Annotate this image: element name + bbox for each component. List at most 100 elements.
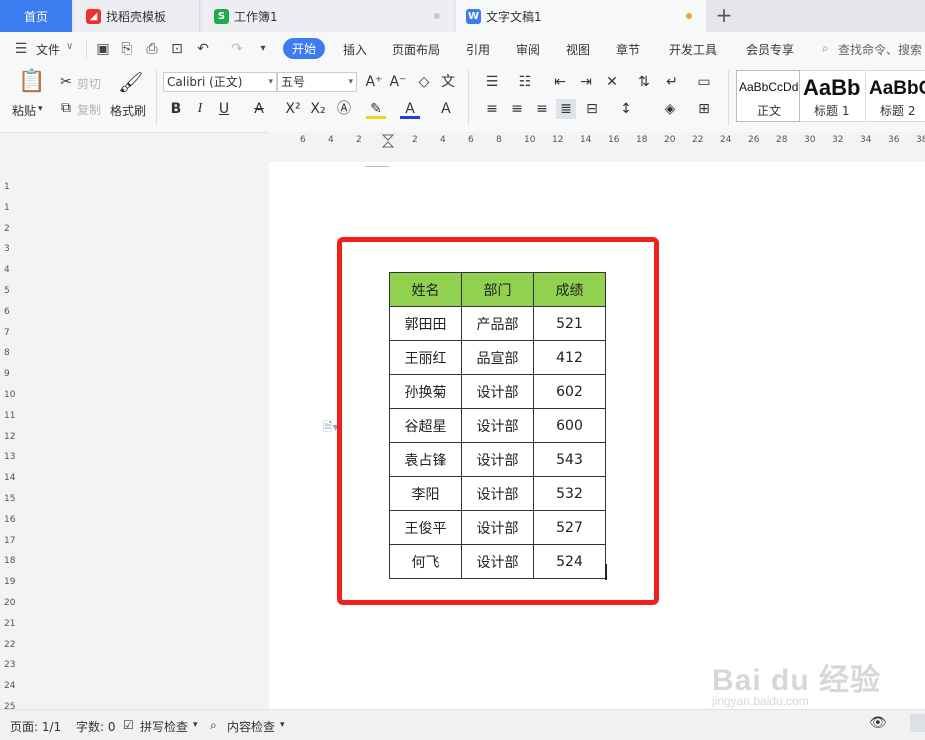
header-name[interactable]: 姓名 xyxy=(389,272,462,307)
print-icon[interactable]: ⎙ xyxy=(143,40,161,58)
char-border-icon[interactable]: Ａ xyxy=(436,99,456,119)
tab-home[interactable]: 首页 xyxy=(0,0,72,32)
new-tab-button[interactable]: + xyxy=(712,4,736,28)
copy-button[interactable]: 复制 xyxy=(77,101,101,118)
spell-check-button[interactable]: 拼写检查 xyxy=(140,718,188,735)
score-table[interactable]: 姓名 部门 成绩 郭田田 产品部 521 王丽红 品宣部 412 孙换菊 设计部 602 谷超星设… xyxy=(389,272,606,579)
print-preview-icon[interactable]: ⊡ xyxy=(168,40,186,58)
format-painter-icon[interactable]: 🖌 xyxy=(118,72,143,92)
grow-font-icon[interactable]: A⁺ xyxy=(364,72,384,92)
italic-icon[interactable]: I xyxy=(190,99,210,119)
indent-marker-icon[interactable] xyxy=(381,134,395,149)
menu-insert[interactable]: 插入 xyxy=(343,41,367,58)
font-size-select[interactable]: 五号 ▾ xyxy=(277,72,357,92)
font-name-select[interactable]: Calibri (正文) ▾ xyxy=(163,72,277,92)
cell-score[interactable]: 412 xyxy=(533,340,606,375)
export-pdf-icon[interactable]: ⎘ xyxy=(118,40,136,58)
cell-score[interactable]: 543 xyxy=(533,442,606,477)
tab-template[interactable]: ◢ 找稻壳模板 xyxy=(74,0,200,32)
superscript-icon[interactable]: X² xyxy=(283,99,303,119)
chevron-down-icon[interactable]: ▾ xyxy=(280,720,285,730)
menu-review[interactable]: 审阅 xyxy=(516,41,540,58)
spell-check-icon[interactable]: ☑ xyxy=(123,718,134,732)
highlight-icon[interactable]: ✎ xyxy=(366,99,386,119)
clear-format-icon[interactable]: ◇ xyxy=(414,72,434,92)
cell-name[interactable]: 郭田田 xyxy=(389,306,462,341)
cell-score[interactable]: 521 xyxy=(533,306,606,341)
menu-view[interactable]: 视图 xyxy=(566,41,590,58)
eye-protection-icon[interactable]: 👁 xyxy=(869,715,887,731)
copy-icon[interactable]: ⧉ xyxy=(56,98,76,118)
distribute-icon[interactable]: ⊟ xyxy=(582,99,602,119)
bullet-list-icon[interactable]: ☰ xyxy=(482,72,502,92)
scissors-icon[interactable]: ✂ xyxy=(56,72,76,92)
style-heading-2[interactable]: AaBbC 标题 2 xyxy=(866,70,925,122)
justify-icon[interactable]: ≣ xyxy=(556,99,576,119)
cut-button[interactable]: 剪切 xyxy=(77,75,101,92)
cell-dept[interactable]: 设计部 xyxy=(461,510,534,545)
sort-icon[interactable]: ⇅ xyxy=(634,72,654,92)
increase-indent-icon[interactable]: ⇥ xyxy=(576,72,596,92)
cell-score[interactable]: 524 xyxy=(533,544,606,579)
shading-icon[interactable]: ◈ xyxy=(660,99,680,119)
cell-name[interactable]: 孙换菊 xyxy=(389,374,462,409)
cell-dept[interactable]: 设计部 xyxy=(461,544,534,579)
cell-name[interactable]: 袁占锋 xyxy=(389,442,462,477)
paste-icon[interactable]: 📋 xyxy=(18,71,45,98)
numbered-list-icon[interactable]: ☷ xyxy=(515,72,535,92)
chinese-layout-icon[interactable]: ✕ xyxy=(602,72,622,92)
menu-start[interactable]: 开始 xyxy=(283,38,326,59)
page-view-icon[interactable] xyxy=(910,714,925,732)
paste-button[interactable]: 粘贴 xyxy=(12,102,36,119)
menu-reference[interactable]: 引用 xyxy=(466,41,490,58)
page-count[interactable]: 页面: 1/1 xyxy=(10,718,61,735)
file-menu[interactable]: 文件 xyxy=(36,41,60,58)
cell-score[interactable]: 527 xyxy=(533,510,606,545)
cell-name[interactable]: 王俊平 xyxy=(389,510,462,545)
menu-page-layout[interactable]: 页面布局 xyxy=(392,41,440,58)
cell-dept[interactable]: 产品部 xyxy=(461,306,534,341)
cell-name[interactable]: 谷超星 xyxy=(389,408,462,443)
cell-name[interactable]: 何飞 xyxy=(389,544,462,579)
underline-icon[interactable]: U xyxy=(214,99,234,119)
cell-dept[interactable]: 设计部 xyxy=(461,408,534,443)
tab-close-icon[interactable] xyxy=(434,13,440,19)
format-painter-button[interactable]: 格式刷 xyxy=(110,102,146,119)
cell-dept[interactable]: 设计部 xyxy=(461,442,534,477)
show-marks-icon[interactable]: ↵ xyxy=(662,72,682,92)
menu-member[interactable]: 会员专享 xyxy=(746,41,794,58)
redo-icon[interactable]: ↷ xyxy=(228,40,246,58)
cell-dept[interactable]: 设计部 xyxy=(461,476,534,511)
shrink-font-icon[interactable]: A⁻ xyxy=(388,72,408,92)
cell-name[interactable]: 王丽红 xyxy=(389,340,462,375)
paste-dropdown-icon[interactable]: ▾ xyxy=(38,104,43,114)
borders-icon[interactable]: ⊞ xyxy=(694,99,714,119)
chevron-down-icon[interactable]: ∨ xyxy=(66,41,73,52)
tab-workbook[interactable]: S 工作簿1 xyxy=(202,0,454,32)
menu-developer[interactable]: 开发工具 xyxy=(669,41,717,58)
text-effect-icon[interactable]: Ⓐ xyxy=(334,99,354,119)
header-dept[interactable]: 部门 xyxy=(461,272,534,307)
content-check-button[interactable]: 内容检查 xyxy=(227,718,275,735)
subscript-icon[interactable]: X₂ xyxy=(308,99,328,119)
word-count[interactable]: 字数: 0 xyxy=(76,718,116,735)
style-heading-1[interactable]: AaBb 标题 1 xyxy=(800,70,866,122)
vertical-ruler[interactable]: 1 1 2 3 4 5 6 7 8 9 10 11 12 13 14 15 16 17 18 19 20 21 22 23 24… xyxy=(0,149,16,733)
cell-name[interactable]: 李阳 xyxy=(389,476,462,511)
command-search-input[interactable]: 查找命令、搜索 xyxy=(838,41,922,58)
decrease-indent-icon[interactable]: ⇤ xyxy=(550,72,570,92)
bold-icon[interactable]: B xyxy=(166,99,186,119)
undo-icon[interactable]: ↶ xyxy=(194,40,212,58)
search-icon[interactable]: ⌕ xyxy=(822,41,829,56)
style-normal[interactable]: AaBbCcDd 正文 xyxy=(736,70,800,122)
cell-score[interactable]: 600 xyxy=(533,408,606,443)
header-score[interactable]: 成绩 xyxy=(533,272,606,307)
line-spacing-icon[interactable]: ↕ xyxy=(616,99,636,119)
content-check-icon[interactable]: ⌕ xyxy=(210,718,217,733)
horizontal-ruler[interactable]: 6 4 2 2 4 6 8 10 12 14 16 18 20 22 24 26 28 30 32 34 36 38 xyxy=(268,132,925,149)
save-icon[interactable]: ▣ xyxy=(94,40,112,58)
table-grid-icon[interactable]: ▭ xyxy=(694,72,714,92)
font-color-icon[interactable]: A xyxy=(400,99,420,119)
cell-score[interactable]: 602 xyxy=(533,374,606,409)
phonetic-guide-icon[interactable]: 文 xyxy=(438,72,458,92)
